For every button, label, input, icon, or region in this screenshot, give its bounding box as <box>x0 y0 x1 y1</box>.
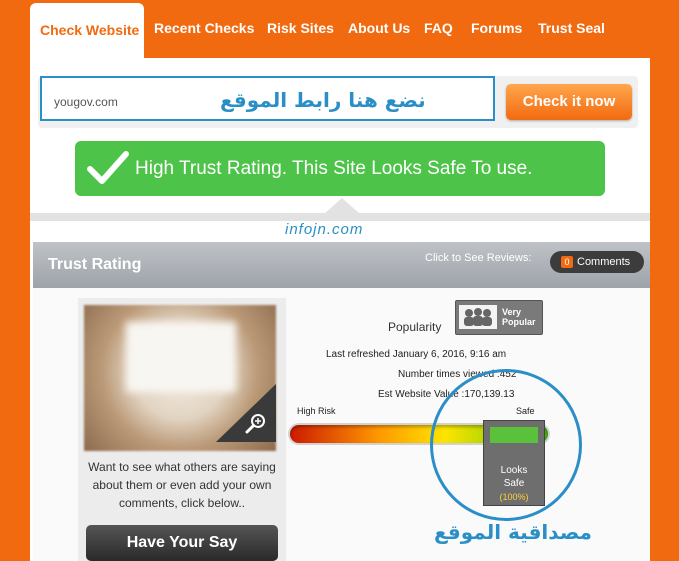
magnifier-icon[interactable] <box>244 411 268 435</box>
arabic-caption: مصداقية الموقع <box>434 520 592 544</box>
want-to-see-text: Want to see what others are saying about… <box>88 460 276 510</box>
nav-tab-recent-checks[interactable]: Recent Checks <box>154 20 254 36</box>
nav-tab-faq[interactable]: FAQ <box>424 20 453 36</box>
popularity-badge: Very Popular <box>455 300 543 335</box>
nav-tab-label: Check Website <box>40 22 140 38</box>
comments-label: Comments <box>577 256 631 268</box>
nav-tab-about-us[interactable]: About Us <box>348 20 410 36</box>
watermark-infojn: infojn.com <box>285 221 364 238</box>
have-your-say-button[interactable]: Have Your Say <box>86 525 278 561</box>
click-to-see-reviews-label: Click to See Reviews: <box>425 252 532 264</box>
site-thumbnail-overlay <box>126 322 236 392</box>
nav-tab-risk-sites[interactable]: Risk Sites <box>267 20 334 36</box>
popularity-label: Popularity <box>388 320 442 334</box>
nav-tab-check-website[interactable]: Check Website <box>30 3 144 61</box>
checkmark-icon <box>87 151 129 184</box>
url-input[interactable]: yougov.com نضع هنا رابط الموقع <box>40 76 495 121</box>
nav-tab-forums[interactable]: Forums <box>471 20 522 36</box>
comments-button[interactable]: 0 Comments <box>550 251 644 273</box>
top-nav: Check Website Recent Checks Risk Sites A… <box>0 0 679 61</box>
trust-result-banner: High Trust Rating. This Site Looks Safe … <box>75 141 605 196</box>
scale-high-risk-label: High Risk <box>297 406 336 416</box>
nav-tab-trust-seal[interactable]: Trust Seal <box>538 20 605 36</box>
people-icon <box>459 305 497 329</box>
comments-count-badge: 0 <box>561 256 573 268</box>
trust-rating-title: Trust Rating <box>48 256 142 273</box>
popularity-value: Very Popular <box>502 307 536 327</box>
url-input-value: yougov.com <box>54 95 118 109</box>
trust-result-text: High Trust Rating. This Site Looks Safe … <box>135 158 533 179</box>
check-it-now-button[interactable]: Check it now <box>506 84 632 120</box>
trust-rating-header: Trust Rating Click to See Reviews: 0 Com… <box>33 242 650 288</box>
url-input-arabic-overlay: نضع هنا رابط الموقع <box>220 88 426 112</box>
section-divider <box>30 213 650 221</box>
last-refreshed-text: Last refreshed January 6, 2016, 9:16 am <box>326 349 507 360</box>
divider-notch <box>324 198 360 214</box>
highlight-circle <box>430 369 582 521</box>
